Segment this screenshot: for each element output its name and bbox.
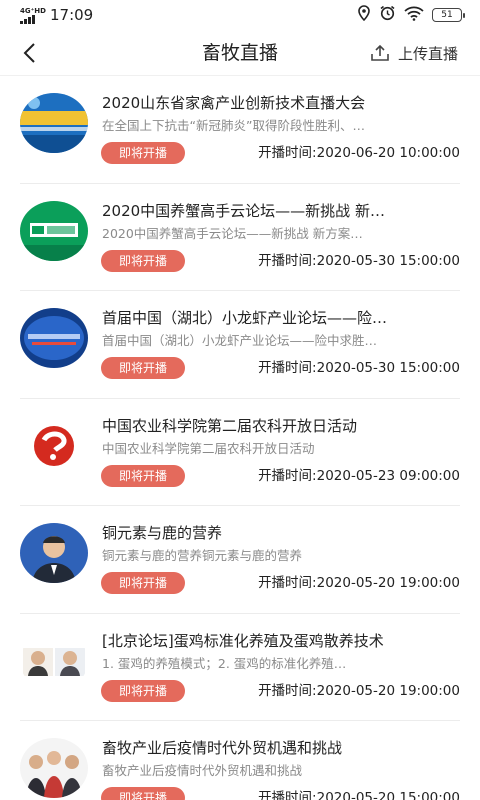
live-description: 2020中国养蟹高手云论坛——新挑战 新方案… (102, 225, 363, 241)
start-time: 开播时间:2020-05-23 09:00:00 (258, 467, 460, 484)
list-item[interactable]: 畜牧产业后疫情时代外贸机遇和挑战 畜牧产业后疫情时代外贸机遇和挑战 即将开播 开… (20, 721, 460, 800)
speaker-portrait-thumbnail (20, 523, 88, 583)
start-time: 开播时间:2020-05-20 15:00:00 (258, 790, 460, 800)
status-bar: 4G⁺HD 17:09 51 (0, 0, 480, 30)
upload-live-button[interactable]: 上传直播 (370, 41, 458, 65)
back-button[interactable] (16, 40, 42, 66)
live-description: 1. 蛋鸡的养殖模式；2. 蛋鸡的标准化养殖… (102, 655, 347, 671)
list-item[interactable]: 首届中国（湖北）小龙虾产业论坛——险… 首届中国（湖北）小龙虾产业论坛——险中求… (20, 291, 460, 399)
live-description: 铜元素与鹿的营养铜元素与鹿的营养 (102, 548, 303, 563)
live-description: 在全国上下抗击“新冠肺炎”取得阶段性胜利、… (102, 118, 365, 133)
two-speakers-thumbnail (20, 630, 88, 691)
status-time: 17:09 (50, 6, 94, 24)
poultry-conference-thumbnail (20, 93, 88, 153)
live-title: 2020山东省家禽产业创新技术直播大会 (102, 94, 366, 112)
app-header: 畜牧直播 上传直播 (0, 30, 480, 76)
wifi-icon (404, 6, 424, 25)
chevron-left-icon (23, 43, 35, 63)
live-list: 2020山东省家禽产业创新技术直播大会 在全国上下抗击“新冠肺炎”取得阶段性胜利… (0, 76, 480, 800)
start-time: 开播时间:2020-05-30 15:00:00 (258, 252, 460, 269)
status-badge: 即将开播 (101, 142, 185, 164)
crayfish-forum-thumbnail (20, 308, 88, 368)
start-time: 开播时间:2020-05-20 19:00:00 (258, 575, 460, 591)
status-badge: 即将开播 (101, 249, 185, 272)
live-title: 首届中国（湖北）小龙虾产业论坛——险… (102, 309, 388, 327)
live-description: 畜牧产业后疫情时代外贸机遇和挑战 (102, 763, 303, 778)
live-description: 首届中国（湖北）小龙虾产业论坛——险中求胜… (102, 333, 378, 348)
battery-icon: 51 (432, 8, 465, 22)
status-badge: 即将开播 (101, 464, 185, 487)
red-logo-thumbnail (20, 415, 88, 476)
crab-forum-thumbnail (20, 200, 88, 261)
speakers-group-thumbnail (20, 738, 88, 798)
status-badge: 即将开播 (101, 357, 185, 379)
list-item[interactable]: [北京论坛]蛋鸡标准化养殖及蛋鸡散养技术 1. 蛋鸡的养殖模式；2. 蛋鸡的标准… (20, 614, 460, 721)
status-badge: 即将开播 (101, 787, 185, 800)
location-icon (357, 5, 371, 25)
start-time: 开播时间:2020-06-20 10:00:00 (258, 145, 460, 161)
alarm-icon (379, 5, 396, 25)
network-type-label: 4G⁺HD (20, 6, 46, 15)
live-title: 2020中国养蟹高手云论坛——新挑战 新… (102, 201, 385, 220)
start-time: 开播时间:2020-05-20 19:00:00 (258, 682, 460, 699)
upload-live-label: 上传直播 (397, 44, 458, 63)
live-title: [北京论坛]蛋鸡标准化养殖及蛋鸡散养技术 (102, 631, 384, 650)
list-item[interactable]: 2020山东省家禽产业创新技术直播大会 在全国上下抗击“新冠肺炎”取得阶段性胜利… (20, 76, 460, 184)
start-time: 开播时间:2020-05-30 15:00:00 (258, 360, 460, 376)
signal-icon: 4G⁺HD (20, 6, 46, 24)
live-title: 中国农业科学院第二届农科开放日活动 (102, 416, 358, 435)
status-badge: 即将开播 (101, 679, 185, 702)
live-description: 中国农业科学院第二届农科开放日活动 (102, 440, 315, 456)
upload-icon (371, 44, 389, 61)
list-item[interactable]: 2020中国养蟹高手云论坛——新挑战 新… 2020中国养蟹高手云论坛——新挑战… (20, 184, 460, 291)
live-title: 铜元素与鹿的营养 (102, 524, 223, 542)
list-item[interactable]: 中国农业科学院第二届农科开放日活动 中国农业科学院第二届农科开放日活动 即将开播… (20, 399, 460, 506)
live-title: 畜牧产业后疫情时代外贸机遇和挑战 (102, 739, 343, 757)
status-badge: 即将开播 (101, 572, 185, 594)
list-item[interactable]: 铜元素与鹿的营养 铜元素与鹿的营养铜元素与鹿的营养 即将开播 开播时间:2020… (20, 506, 460, 614)
